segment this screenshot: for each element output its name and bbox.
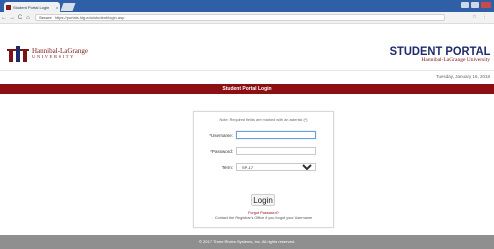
contact-registrar-text: Contact the Registrar's Office if you fo… bbox=[214, 216, 313, 220]
login-title-bar: Student Portal Login bbox=[0, 84, 494, 94]
password-input[interactable] bbox=[236, 147, 316, 155]
forward-icon[interactable]: → bbox=[8, 15, 16, 21]
login-form: Note: Required fields are marked with an… bbox=[193, 111, 334, 228]
portal-title: STUDENT PORTAL bbox=[389, 44, 490, 58]
forgot-password-link[interactable]: Forgot Password? bbox=[194, 211, 333, 215]
home-icon[interactable]: ⌂ bbox=[24, 15, 32, 21]
required-note: Note: Required fields are marked with an… bbox=[219, 118, 308, 122]
main-content: Note: Required fields are marked with an… bbox=[0, 94, 494, 235]
username-row: *Username: bbox=[194, 131, 333, 141]
password-row: *Password: bbox=[194, 147, 333, 157]
browser-tab-strip: Student Portal Login x bbox=[0, 0, 494, 12]
new-tab-button[interactable] bbox=[60, 3, 76, 11]
login-button[interactable]: Login bbox=[251, 194, 275, 206]
portal-branding: STUDENT PORTAL Hannibal-LaGrange Univers… bbox=[382, 45, 490, 64]
username-label: *Username: bbox=[209, 133, 233, 138]
current-date: Tuesday, January 16, 2018 bbox=[435, 74, 490, 79]
reload-icon[interactable]: C bbox=[16, 15, 24, 21]
term-select[interactable]: SP-17 bbox=[236, 163, 316, 171]
footer: © 2017 Three Rivers Systems, Inc. All ri… bbox=[0, 235, 494, 249]
hlg-logo-icon bbox=[7, 46, 29, 62]
password-label: *Password: bbox=[210, 149, 233, 154]
maximize-icon[interactable] bbox=[471, 2, 479, 8]
back-icon[interactable]: ← bbox=[0, 15, 8, 21]
portal-subtitle: Hannibal-LaGrange University bbox=[421, 57, 490, 63]
toolbar-icons[interactable]: ☆ ⋮ bbox=[472, 14, 489, 20]
minimize-icon[interactable] bbox=[461, 2, 469, 8]
username-input[interactable] bbox=[236, 131, 316, 139]
browser-toolbar: ← → C ⌂ Secure https://portals.hlg.edu/s… bbox=[0, 12, 494, 24]
university-logo[interactable]: Hannibal-LaGrange UNIVERSITY bbox=[7, 46, 88, 62]
address-bar[interactable]: Secure https://portals.hlg.edu/student/l… bbox=[35, 14, 445, 21]
url-text: https://portals.hlg.edu/student/login.as… bbox=[54, 15, 125, 20]
browser-tab[interactable]: Student Portal Login x bbox=[4, 2, 60, 12]
window-close-icon[interactable] bbox=[481, 2, 491, 8]
security-label: Secure bbox=[39, 15, 52, 20]
tab-close-icon[interactable]: x bbox=[56, 5, 58, 10]
term-row: Term: SP-17 bbox=[194, 163, 333, 173]
favicon-icon bbox=[6, 4, 11, 10]
tab-title: Student Portal Login bbox=[13, 4, 50, 10]
window-controls bbox=[461, 2, 491, 8]
site-header: Hannibal-LaGrange UNIVERSITY STUDENT POR… bbox=[0, 24, 494, 71]
term-label: Term: bbox=[221, 165, 233, 170]
